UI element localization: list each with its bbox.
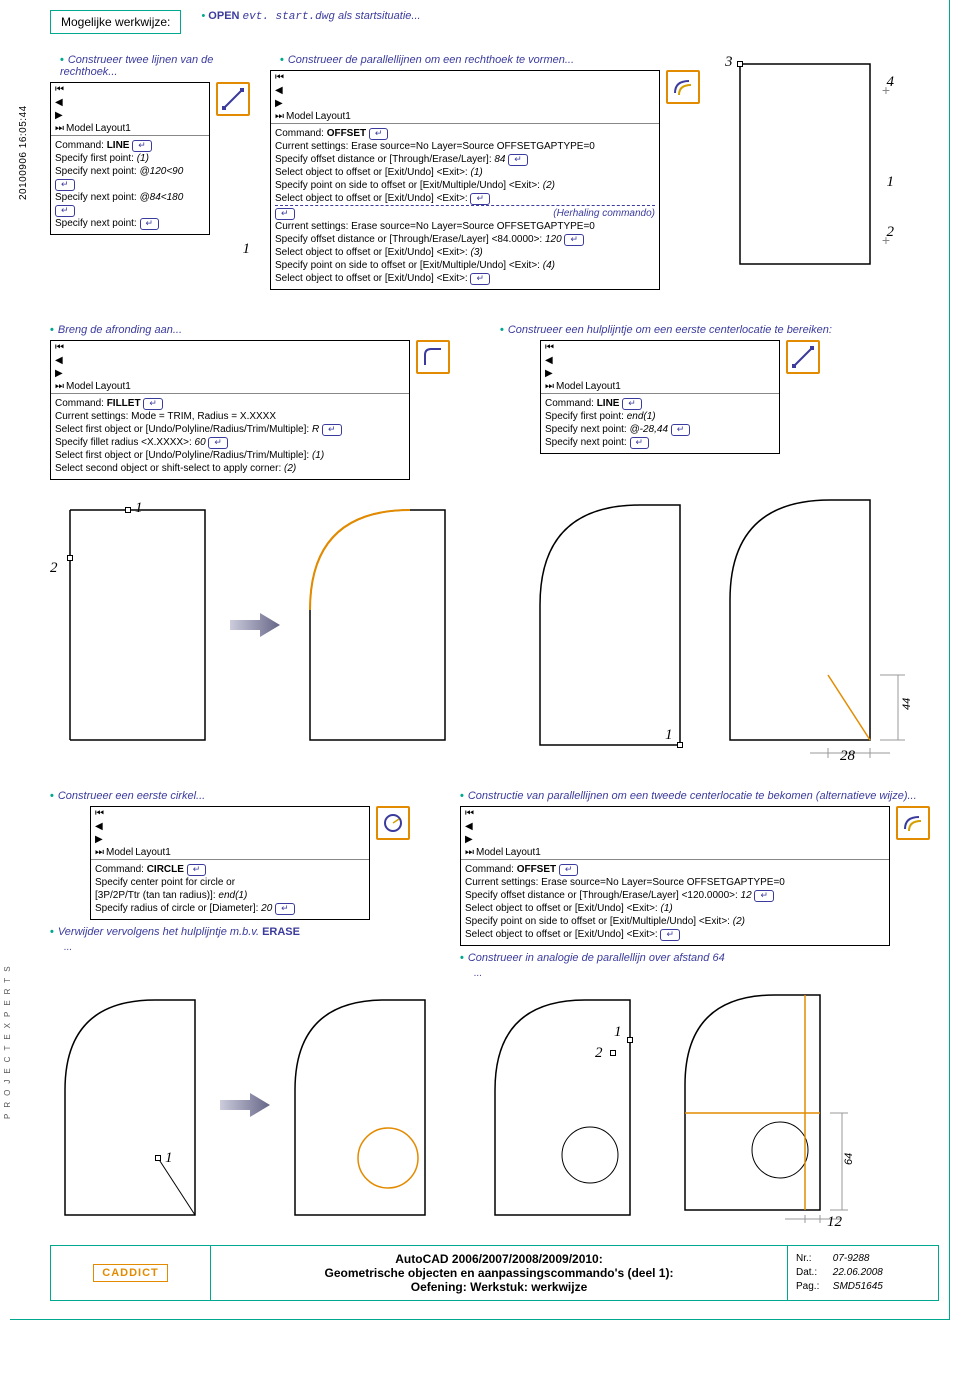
arrow-right-icon [220, 1085, 270, 1125]
tab-nav[interactable]: ⏮ ◀ ▶ ⏭ [55, 83, 64, 135]
footer-meta: Nr.: 07-9288 Dat.: 22.06.2008 Pag.: SMD5… [788, 1246, 938, 1300]
step6-title: •Constructie van parallellijnen om een t… [460, 790, 930, 802]
cmdbox-line2: ⏮◀▶⏭ ModelLayout1 Command: LINE ↵ Specif… [540, 340, 780, 454]
tab-layout1[interactable]: Layout1 [95, 122, 131, 135]
step2-title: •Construeer de parallellijnen om een rec… [270, 54, 700, 66]
enter-key-icon: ↵ [132, 140, 152, 152]
nav-prev-icon[interactable]: ◀ [55, 96, 64, 109]
nav-next-icon[interactable]: ▶ [55, 109, 64, 122]
fillet-after-fig [290, 500, 460, 750]
line-tool-icon [216, 82, 250, 116]
offset-tool-icon [896, 806, 930, 840]
fig-marker-1: 1 [50, 241, 250, 258]
cmdbox-line: ⏮ ◀ ▶ ⏭ Model Layout1 Command: LINE ↵ Sp… [50, 82, 210, 235]
dim-44: 44 [901, 698, 913, 710]
page-title: Mogelijke werkwijze: [50, 10, 181, 34]
circle-before-fig: 1 [50, 990, 210, 1220]
nav-last-icon[interactable]: ⏭ [55, 122, 64, 135]
timestamp: 20100906 16:05:44 [18, 105, 29, 200]
step5-title: •Construeer een eerste cirkel... [50, 790, 440, 802]
circle-after-fig [280, 990, 440, 1220]
footer-title: AutoCAD 2006/2007/2008/2009/2010: Geomet… [211, 1246, 788, 1300]
offset2-after-fig: 64 12 [670, 985, 890, 1225]
tab-model[interactable]: Model [286, 110, 313, 123]
offset-tool-icon [666, 70, 700, 104]
svg-text:64: 64 [843, 1153, 855, 1165]
offset2-before-fig: 1 2 [480, 990, 660, 1220]
tab-model[interactable]: Model [66, 122, 93, 135]
fillet-tool-icon [416, 340, 450, 374]
step4-title: •Construeer een hulplijntje om een eerst… [500, 324, 920, 336]
fillet-before-fig: 1 2 [50, 500, 220, 750]
arrow-right-icon [230, 605, 280, 645]
step3-title: •Breng de afronding aan... [50, 324, 450, 336]
brand-logo: MULTI PROJECTEXPERTS [0, 960, 12, 1119]
open-note: • OPEN evt. start.dwg als startsituatie.… [201, 10, 420, 23]
caddict-logo: CADDICT [51, 1246, 211, 1300]
circle-tool-icon [376, 806, 410, 840]
hulplijn-before-fig: 1 [520, 495, 700, 755]
cmdbox-offset2: ⏮◀▶⏭ ModelLayout1 Command: OFFSET ↵ Curr… [460, 806, 890, 946]
cmdbox-offset1: ⏮◀▶⏭ Model Layout1 Command: OFFSET ↵ Cur… [270, 70, 660, 290]
erase-note: •Verwijder vervolgens het hulplijntje m.… [50, 926, 440, 938]
step6-analog: •Construeer in analogie de parallellijn … [460, 952, 930, 964]
hulplijn-after-fig: 44 28 [710, 490, 930, 760]
tab-layout1[interactable]: Layout1 [315, 110, 351, 123]
nav-first-icon[interactable]: ⏮ [55, 83, 64, 96]
cmdbox-fillet: ⏮◀▶⏭ ModelLayout1 Command: FILLET ↵ Curr… [50, 340, 410, 480]
step1-title: •Construeer twee lijnen van de rechthoek… [50, 54, 250, 78]
line-tool-icon [786, 340, 820, 374]
rectangle-figure: 3 4 + 1 2 + [720, 54, 900, 294]
cmdbox-circle: ⏮◀▶⏭ ModelLayout1 Command: CIRCLE ↵ Spec… [90, 806, 370, 920]
